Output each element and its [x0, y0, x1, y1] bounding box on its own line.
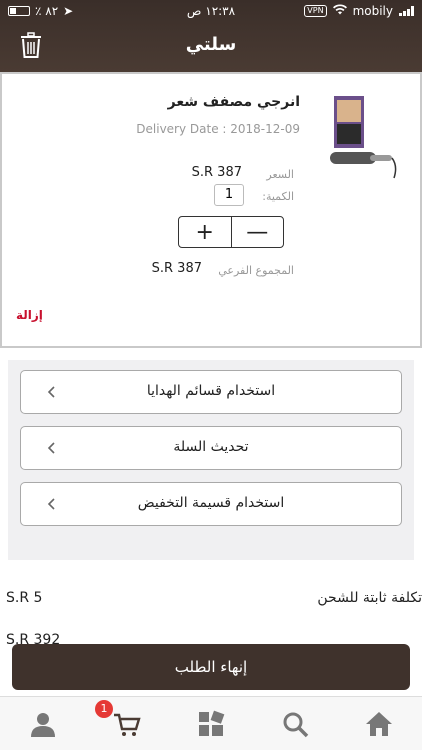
price-label: السعر — [266, 168, 294, 181]
user-icon[interactable] — [28, 709, 58, 739]
chevron-left-icon — [47, 386, 55, 398]
decrease-button[interactable]: + — [179, 217, 231, 247]
shipping-value: S.R 5 — [6, 590, 43, 606]
cart-icon[interactable] — [112, 709, 142, 739]
discount-coupon-button[interactable]: استخدام قسيمة التخفيض — [20, 482, 402, 526]
product-name[interactable]: انرجي مصفف شعر — [168, 94, 300, 110]
subtotal-label: المجموع الفرعي — [218, 264, 294, 277]
quantity-field[interactable]: 1 — [214, 184, 244, 206]
update-cart-label: تحديث السلة — [173, 439, 249, 455]
checkout-button[interactable]: إنهاء الطلب — [12, 644, 410, 690]
wifi-icon — [332, 4, 347, 18]
chevron-left-icon — [47, 442, 55, 454]
status-right: VPN mobily — [304, 4, 414, 18]
tab-bar: 1 — [0, 696, 422, 750]
page-title: سلتي — [185, 34, 237, 55]
shipping-label: تكلفة ثابتة للشحن — [317, 590, 422, 606]
cart-badge: 1 — [95, 700, 113, 718]
cart-screen: ٪ ٨٢ ➤ ١٢:٣٨ ص VPN mobily سلتي انرجي مصف… — [0, 0, 422, 750]
quantity-label: الكمية: — [262, 190, 294, 203]
gift-voucher-button[interactable]: استخدام قسائم الهدايا — [20, 370, 402, 414]
delivery-date: Delivery Date : 2018-12-09 — [136, 122, 300, 136]
signal-icon — [399, 6, 414, 16]
discount-coupon-label: استخدام قسيمة التخفيض — [137, 495, 285, 511]
top-bar: ٪ ٨٢ ➤ ١٢:٣٨ ص VPN mobily سلتي — [0, 0, 422, 72]
categories-icon[interactable] — [196, 709, 226, 739]
carrier-name: mobily — [352, 4, 393, 18]
chevron-left-icon — [47, 498, 55, 510]
cart-item-card: انرجي مصفف شعر Delivery Date : 2018-12-0… — [0, 72, 422, 348]
status-bar: ٪ ٨٢ ➤ ١٢:٣٨ ص VPN mobily — [0, 0, 422, 24]
vpn-badge: VPN — [304, 5, 327, 17]
search-icon[interactable] — [280, 709, 310, 739]
price-value: S.R 387 — [191, 165, 242, 180]
subtotal-value: S.R 387 — [151, 261, 202, 276]
quantity-stepper: + — — [178, 216, 284, 248]
update-cart-button[interactable]: تحديث السلة — [20, 426, 402, 470]
increase-button[interactable]: — — [230, 217, 284, 247]
options-panel: استخدام قسائم الهدايا تحديث السلة استخدا… — [8, 360, 414, 560]
home-icon[interactable] — [364, 709, 394, 739]
gift-voucher-label: استخدام قسائم الهدايا — [146, 383, 276, 399]
remove-button[interactable]: إزالة — [16, 308, 43, 322]
product-image[interactable] — [326, 92, 398, 184]
